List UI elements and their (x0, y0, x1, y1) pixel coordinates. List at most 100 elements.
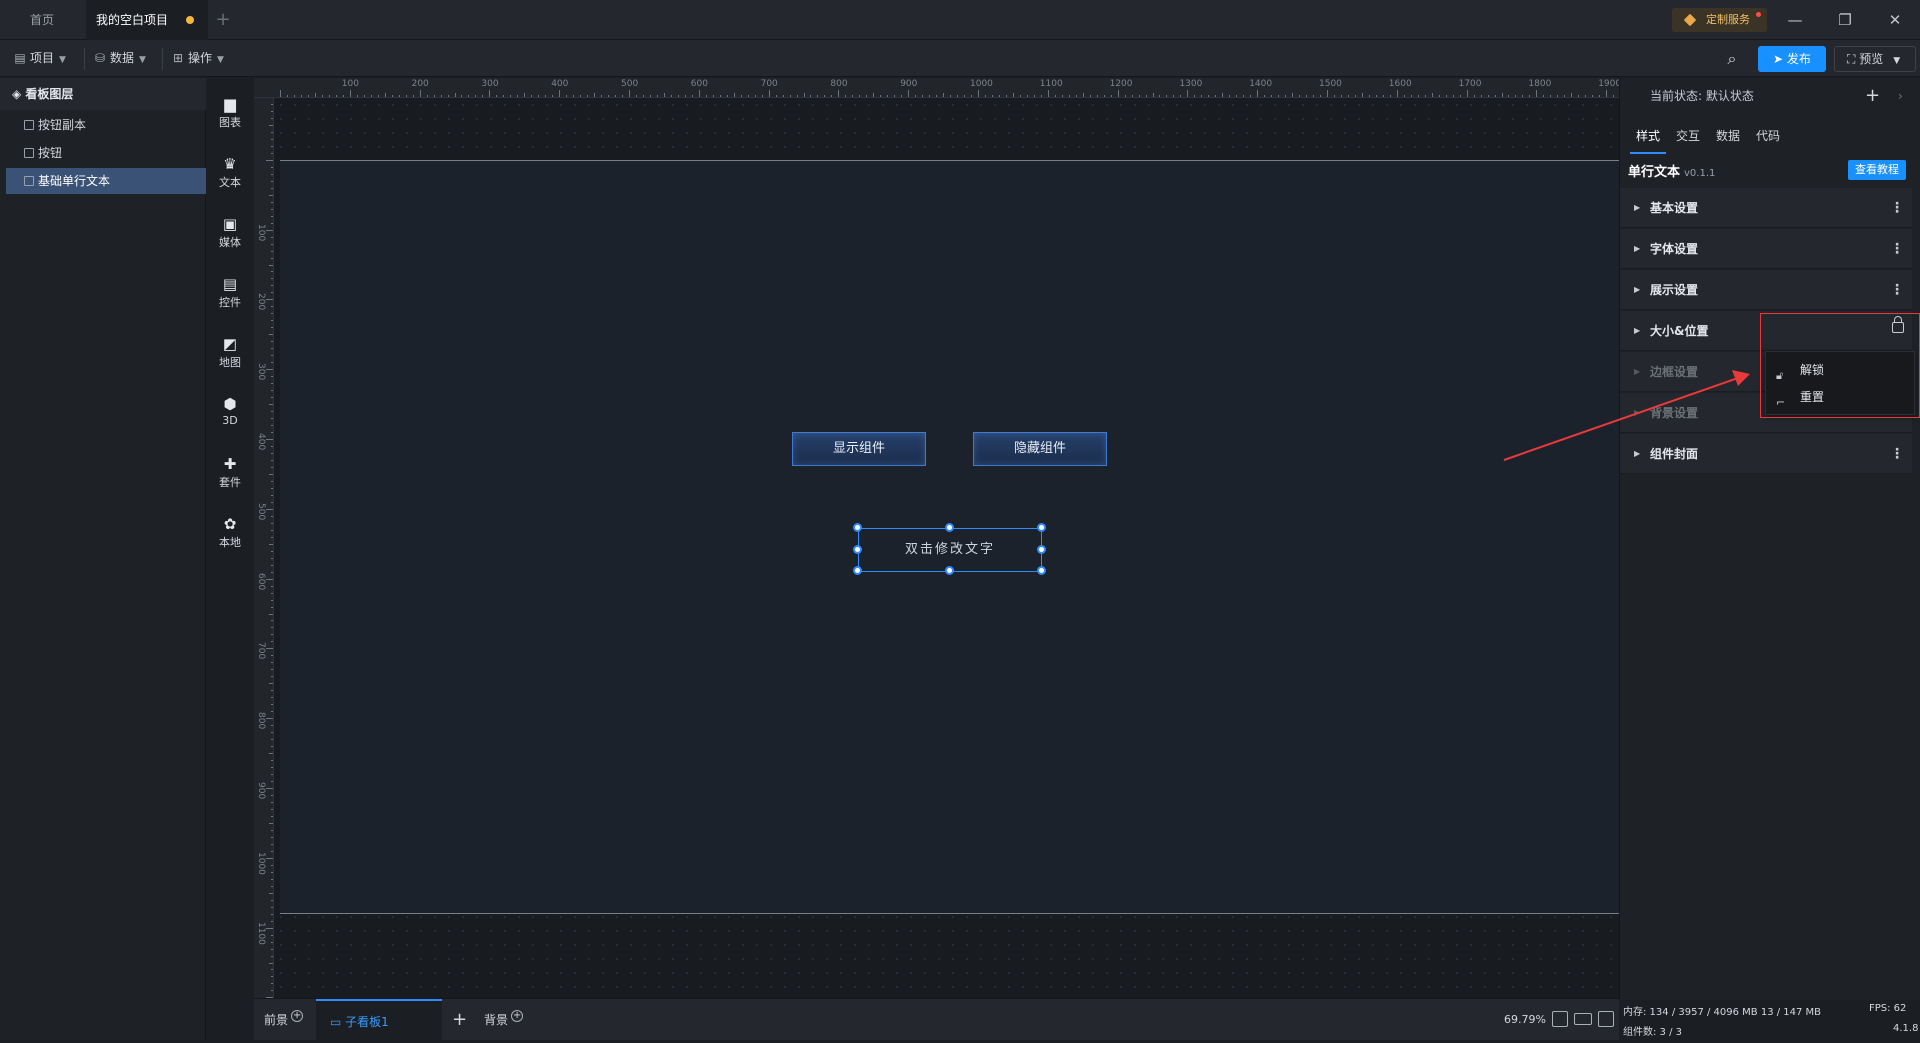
ruler-label: 100 (341, 79, 359, 89)
memory-stat: 内存: 134 / 3957 / 4096 MB 13 / 147 MB (1623, 1007, 1822, 1018)
divider (84, 48, 85, 70)
component-version: v0.1.1 (1684, 168, 1716, 179)
search-icon[interactable]: ⌕ (1718, 48, 1746, 70)
nav-chart[interactable]: ▆ 图表 (206, 86, 254, 142)
sub-board-tab[interactable]: ▭ 子看板1 (316, 999, 442, 1041)
nav-label: 文本 (219, 176, 241, 189)
zoom-level[interactable]: 69.79% (1504, 999, 1546, 1041)
view-tutorial-button[interactable]: 查看教程 (1848, 160, 1906, 180)
tab-code[interactable]: 代码 (1750, 118, 1786, 154)
database-icon: ⛁ (94, 51, 106, 65)
ruler-label: 1800 (1528, 79, 1552, 89)
operations-menu[interactable]: ⊞ 操作 ▼ (164, 40, 232, 77)
ruler-tick (266, 857, 273, 859)
publish-button[interactable]: ➤ 发布 (1758, 46, 1826, 72)
current-state: 当前状态: 默认状态 (1650, 78, 1754, 114)
section-font[interactable]: ▶ 字体设置 ⋮ (1620, 229, 1912, 269)
layer-item[interactable]: 按钮 (6, 140, 206, 166)
nav-controls[interactable]: ▤ 控件 (206, 266, 254, 322)
annotation-arrow-line (1503, 377, 1739, 461)
resize-handle[interactable] (1037, 545, 1046, 554)
restore-button[interactable]: ❐ (1820, 0, 1870, 40)
layer-item[interactable]: 按钮副本 (6, 112, 206, 138)
add-state-button[interactable]: + (1865, 78, 1880, 114)
ruler-label: 1200 (1109, 79, 1133, 89)
chevron-down-icon: ▼ (139, 55, 146, 65)
ruler-tick (1257, 90, 1259, 97)
data-menu[interactable]: ⛁ 数据 ▼ (86, 40, 154, 77)
caret-right-icon: ▶ (1634, 203, 1641, 212)
foreground-tab[interactable]: 前景 + (264, 999, 304, 1041)
component-nav: ▆ 图表 ♛ 文本 ▣ 媒体 ▤ 控件 ◩ 地图 ⬢ 3D ✚ 套件 ✿ 本地 (206, 78, 254, 1040)
ruler-tick (1327, 90, 1328, 97)
ruler-tick (266, 508, 273, 510)
close-button[interactable]: ✕ (1870, 0, 1920, 40)
resize-handle[interactable] (853, 566, 862, 575)
add-board-button[interactable]: + (452, 999, 467, 1041)
hide-component-button[interactable]: 隐藏组件 (973, 432, 1107, 466)
ruler-tick (266, 648, 273, 650)
fit-screen-icon[interactable] (1552, 1011, 1568, 1027)
section-display[interactable]: ▶ 展示设置 ⋮ (1620, 270, 1912, 310)
add-tab-button[interactable]: + (208, 0, 238, 40)
project-menu[interactable]: ▤ 项目 ▼ (6, 40, 74, 77)
chevron-right-icon[interactable]: › (1898, 78, 1903, 114)
tab-data[interactable]: 数据 (1710, 118, 1746, 154)
tab-style[interactable]: 样式 (1630, 118, 1667, 154)
layer-image-icon (24, 148, 34, 158)
preview-button[interactable]: ⛶ 预览 ▼ (1834, 46, 1916, 72)
layer-item-selected[interactable]: 基础单行文本 (6, 168, 206, 194)
resize-handle[interactable] (945, 523, 954, 532)
resize-handle[interactable] (1037, 566, 1046, 575)
toolbar: ▤ 项目 ▼ ⛁ 数据 ▼ ⊞ 操作 ▼ ⌕ ➤ 发布 ⛶ 预览 ▼ (0, 40, 1920, 77)
nav-media[interactable]: ▣ 媒体 (206, 206, 254, 262)
resize-handle[interactable] (1037, 523, 1046, 532)
ruler-tick (629, 90, 630, 97)
nav-3d[interactable]: ⬢ 3D (206, 386, 254, 442)
terminal-icon[interactable] (1598, 1011, 1614, 1027)
more-vertical-icon[interactable]: ⋮ (1890, 270, 1904, 310)
chevron-down-icon: ▼ (217, 55, 224, 65)
ruler-tick (419, 90, 421, 97)
tab-interaction[interactable]: 交互 (1670, 118, 1706, 154)
layer-label: 按钮 (38, 146, 63, 160)
section-basic[interactable]: ▶ 基本设置 ⋮ (1620, 188, 1912, 228)
ruler-tick (1117, 90, 1119, 97)
nav-map[interactable]: ◩ 地图 (206, 326, 254, 382)
tab-project[interactable]: 我的空白项目 (86, 0, 208, 40)
add-circle-icon[interactable]: + (291, 1010, 304, 1022)
more-vertical-icon[interactable]: ⋮ (1890, 229, 1904, 269)
state-value[interactable]: 默认状态 (1706, 89, 1754, 103)
ruler-tick (1047, 90, 1049, 97)
divider (162, 48, 163, 70)
ruler-tick (266, 578, 273, 580)
resize-handle[interactable] (853, 523, 862, 532)
nav-text[interactable]: ♛ 文本 (206, 146, 254, 202)
ruler-label: 200 (256, 293, 266, 311)
tab-home[interactable]: 首页 (0, 0, 84, 40)
nav-kit[interactable]: ✚ 套件 (206, 446, 254, 502)
publish-label: 发布 (1786, 52, 1811, 66)
more-vertical-icon[interactable]: ⋮ (1890, 188, 1904, 228)
keyboard-icon[interactable] (1574, 1013, 1592, 1025)
background-tab[interactable]: 背景 + (484, 999, 524, 1041)
show-component-button[interactable]: 显示组件 (792, 432, 926, 466)
add-circle-icon[interactable]: + (511, 1010, 524, 1022)
ruler-label: 600 (256, 572, 266, 590)
minimize-button[interactable]: — (1770, 0, 1820, 40)
media-icon: ▣ (222, 215, 238, 233)
custom-service-button[interactable]: 定制服务 (1672, 8, 1767, 32)
resize-handle[interactable] (853, 545, 862, 554)
ruler-label: 400 (256, 433, 266, 451)
resize-handle[interactable] (945, 566, 954, 575)
layers-title: 看板图层 (25, 87, 74, 101)
component-count: 组件数: 3 / 3 (1623, 1027, 1682, 1038)
nav-local[interactable]: ✿ 本地 (206, 506, 254, 562)
more-vertical-icon[interactable]: ⋮ (1890, 434, 1904, 474)
nav-label: 地图 (219, 356, 241, 369)
cube-icon: ⬢ (223, 395, 237, 413)
app-version: 4.1.8 (1893, 1023, 1919, 1034)
project-menu-label: 项目 (30, 51, 55, 65)
fullscreen-icon: ⛶ (1847, 52, 1860, 66)
ruler-tick (266, 927, 273, 929)
